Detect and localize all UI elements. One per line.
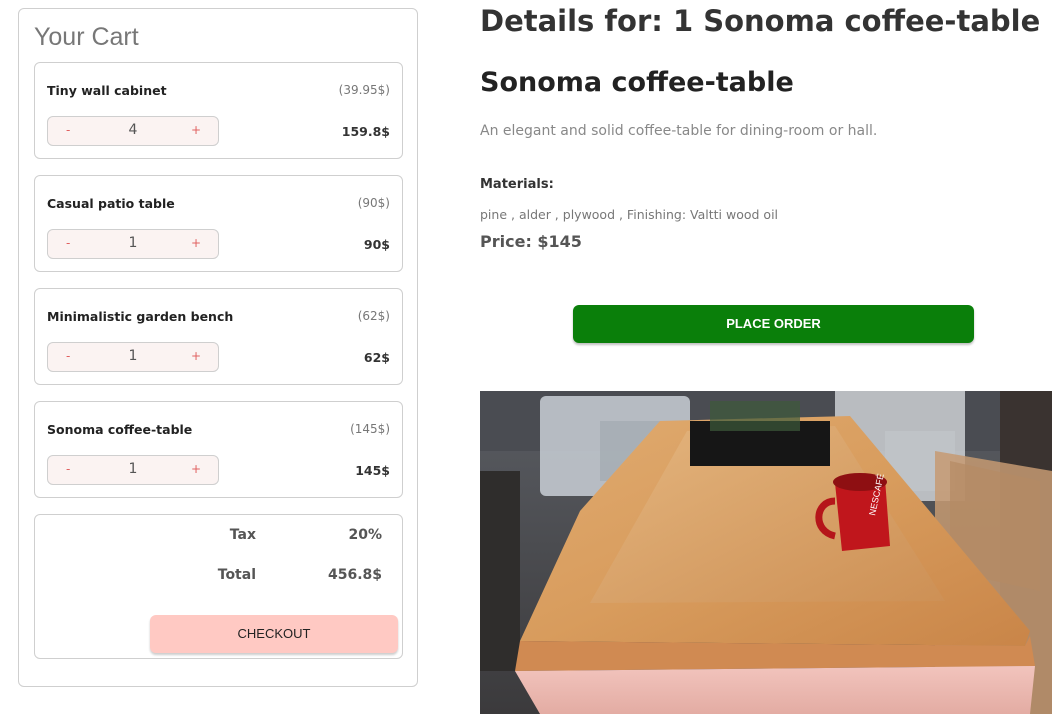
quantity-stepper: - 1 + (47, 342, 219, 372)
order-summary: Tax 20% Total 456.8$ CHECKOUT (34, 514, 403, 659)
cart-item: Sonoma coffee-table (145$) - 1 + 145$ (34, 401, 403, 498)
item-unit-price: (90$) (357, 196, 390, 210)
cart-item: Tiny wall cabinet (39.95$) - 4 + 159.8$ (34, 62, 403, 159)
item-total: 159.8$ (341, 124, 390, 139)
tax-value: 20% (348, 527, 382, 543)
item-unit-price: (39.95$) (338, 83, 390, 97)
item-unit-price: (145$) (350, 422, 390, 436)
tax-label: Tax (229, 527, 256, 543)
checkout-button[interactable]: CHECKOUT (150, 615, 398, 653)
place-order-button[interactable]: PLACE ORDER (573, 305, 974, 343)
cart-item: Minimalistic garden bench (62$) - 1 + 62… (34, 288, 403, 385)
materials-list: pine , alder , plywood , Finishing: Valt… (480, 207, 779, 222)
item-name: Casual patio table (47, 196, 175, 211)
item-unit-price: (62$) (357, 309, 390, 323)
item-total: 62$ (363, 350, 390, 365)
item-name: Minimalistic garden bench (47, 309, 234, 324)
product-description: An elegant and solid coffee-table for di… (480, 123, 878, 139)
increase-quantity-button[interactable]: + (191, 349, 201, 363)
quantity-stepper: - 1 + (47, 455, 219, 485)
item-name: Tiny wall cabinet (47, 83, 167, 98)
cart-item: Casual patio table (90$) - 1 + 90$ (34, 175, 403, 272)
quantity-stepper: - 4 + (47, 116, 219, 146)
product-name: Sonoma coffee-table (480, 67, 794, 98)
total-label: Total (217, 567, 256, 583)
item-name: Sonoma coffee-table (47, 422, 193, 437)
increase-quantity-button[interactable]: + (191, 236, 201, 250)
cart-title: Your Cart (34, 23, 139, 51)
cart-panel: Your Cart Tiny wall cabinet (39.95$) - 4… (18, 8, 418, 687)
coffee-table-photo: NESCAFÉ (480, 391, 1052, 714)
item-total: 90$ (363, 237, 390, 252)
increase-quantity-button[interactable]: + (191, 123, 201, 137)
details-heading: Details for: 1 Sonoma coffee-table (480, 4, 1041, 38)
materials-label: Materials: (480, 177, 554, 192)
item-total: 145$ (355, 463, 390, 478)
quantity-stepper: - 1 + (47, 229, 219, 259)
increase-quantity-button[interactable]: + (191, 462, 201, 476)
total-value: 456.8$ (327, 567, 382, 583)
product-price: Price: $145 (480, 232, 582, 251)
